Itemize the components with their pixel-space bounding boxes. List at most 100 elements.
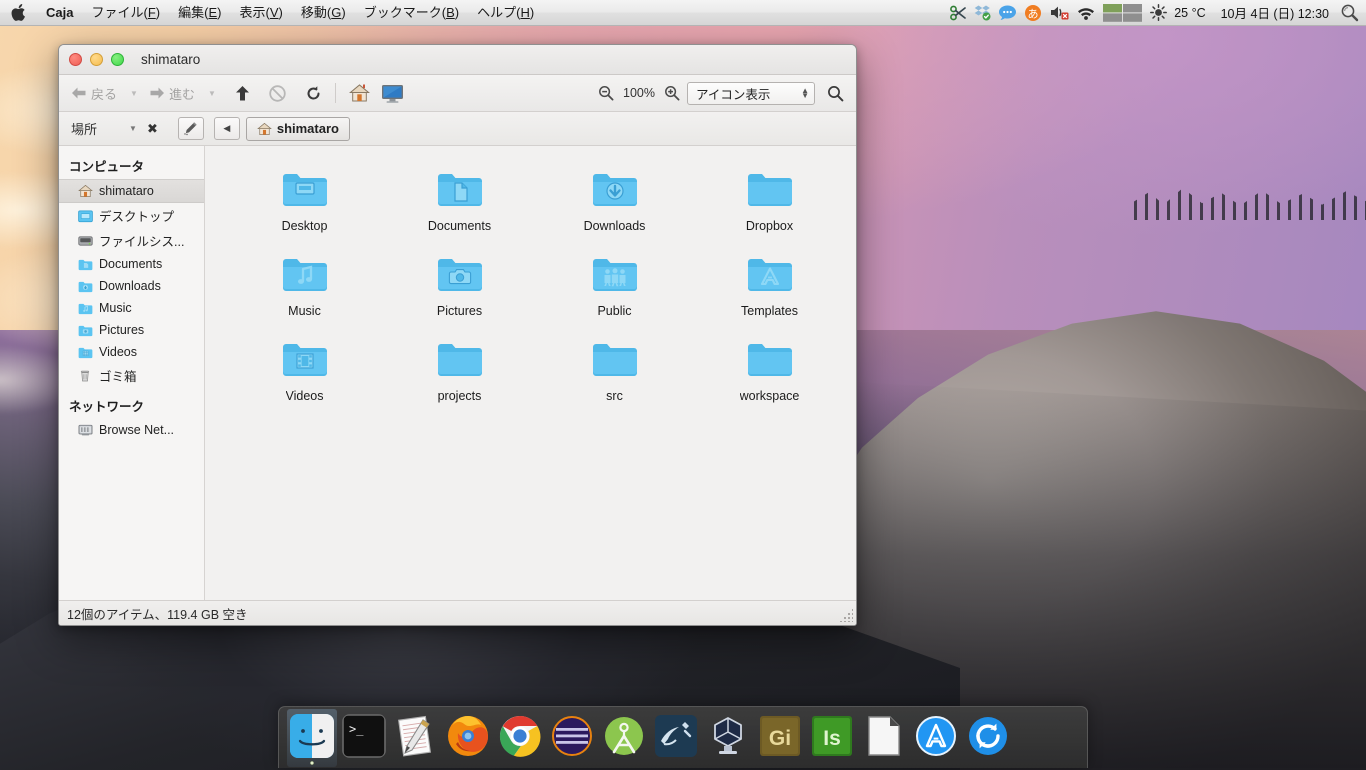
menu-item-help[interactable]: ヘルプ(H) — [468, 0, 543, 26]
file-item-videos[interactable]: Videos — [227, 330, 382, 415]
file-item-src[interactable]: src — [537, 330, 692, 415]
sidebar-item-filesystem[interactable]: ファイルシス... — [59, 228, 204, 253]
back-button[interactable]: 戻る — [67, 82, 121, 105]
home-icon — [257, 122, 272, 136]
dropbox-icon[interactable] — [974, 0, 991, 26]
file-grid-area[interactable]: Desktop Documents — [205, 146, 856, 600]
computer-button[interactable] — [377, 82, 408, 105]
dock-item-android-studio[interactable] — [599, 709, 649, 767]
input-method-icon[interactable]: あ — [1024, 0, 1042, 26]
sidebar-item-downloads[interactable]: Downloads — [59, 275, 204, 297]
sidebar-item-documents[interactable]: Documents — [59, 253, 204, 275]
dock-item-purple-orb[interactable] — [547, 709, 597, 767]
file-item-label: Videos — [286, 389, 324, 403]
view-mode-select[interactable]: アイコン表示 ▲▼ — [687, 82, 815, 105]
search-button[interactable] — [823, 83, 848, 104]
file-item-label: Downloads — [584, 219, 646, 233]
trash-icon — [77, 368, 93, 384]
desktop-folder-icon — [77, 208, 93, 224]
dock-item-is[interactable]: Is — [807, 709, 857, 767]
sidebar-item-pictures[interactable]: Pictures — [59, 319, 204, 341]
view-mode-label: アイコン表示 — [696, 84, 770, 103]
sidebar-item-label: Browse Net... — [99, 423, 174, 437]
forward-label: 進む — [169, 84, 195, 103]
sidebar-item-trash[interactable]: ゴミ箱 — [59, 363, 204, 388]
location-bar: 場所 ▼ ✖ ◀ shimataro — [59, 112, 856, 146]
plain-folder-icon — [591, 339, 639, 381]
workspace-switcher-icon[interactable] — [1103, 0, 1143, 26]
file-item-label: Templates — [741, 304, 798, 318]
sidebar-item-shimataro[interactable]: shimataro — [59, 179, 204, 203]
toolbar-separator — [335, 83, 336, 103]
menu-item-file[interactable]: ファイル(F) — [82, 0, 169, 26]
file-item-music[interactable]: Music — [227, 245, 382, 330]
dock-item-gi[interactable]: Gi — [755, 709, 805, 767]
home-button[interactable] — [345, 81, 374, 105]
minimize-button[interactable] — [90, 53, 103, 66]
file-item-public[interactable]: Public — [537, 245, 692, 330]
documents-folder-icon — [77, 256, 93, 272]
spotlight-search-icon[interactable] — [1340, 0, 1359, 26]
file-item-downloads[interactable]: Downloads — [537, 160, 692, 245]
pictures-folder-icon — [436, 254, 484, 296]
zoom-in-button[interactable] — [660, 83, 684, 103]
up-button[interactable] — [231, 83, 254, 104]
file-item-workspace[interactable]: workspace — [692, 330, 847, 415]
plain-folder-icon — [436, 339, 484, 381]
plain-folder-icon — [746, 339, 794, 381]
dock-item-terminal[interactable]: >_ — [339, 709, 389, 767]
maximize-button[interactable] — [111, 53, 124, 66]
file-manager-window[interactable]: shimataro 戻る ▼ 進む ▼ 100 — [58, 44, 857, 626]
location-selector[interactable]: 場所 ▼ — [67, 119, 137, 138]
menu-app-name[interactable]: Caja — [37, 0, 82, 26]
edit-path-button[interactable] — [178, 117, 204, 140]
weather-icon[interactable] — [1150, 0, 1167, 26]
file-item-projects[interactable]: projects — [382, 330, 537, 415]
dock-item-mysql-workbench[interactable] — [651, 709, 701, 767]
dock-item-update[interactable] — [963, 709, 1013, 767]
stop-button[interactable] — [265, 83, 290, 104]
chat-bubble-icon[interactable] — [998, 0, 1017, 26]
forward-button[interactable]: 進む — [145, 82, 199, 105]
dock-item-chrome[interactable] — [495, 709, 545, 767]
zoom-out-button[interactable] — [594, 83, 618, 103]
close-button[interactable] — [69, 53, 82, 66]
dock-item-appstore[interactable] — [911, 709, 961, 767]
forward-dropdown-button[interactable]: ▼ — [202, 87, 220, 100]
downloads-folder-icon — [77, 278, 93, 294]
breadcrumb-label: shimataro — [277, 121, 339, 136]
menu-item-bookmarks[interactable]: ブックマーク(B) — [355, 0, 468, 26]
apple-logo-icon[interactable] — [0, 4, 37, 21]
file-item-templates[interactable]: Templates — [692, 245, 847, 330]
reload-button[interactable] — [301, 83, 326, 104]
file-item-desktop[interactable]: Desktop — [227, 160, 382, 245]
sidebar-item-label: Pictures — [99, 323, 144, 337]
volume-muted-icon[interactable] — [1049, 0, 1069, 26]
menu-item-go[interactable]: 移動(G) — [292, 0, 355, 26]
resize-grip[interactable] — [839, 608, 853, 622]
wifi-icon[interactable] — [1076, 0, 1096, 26]
breadcrumb[interactable]: shimataro — [246, 117, 350, 141]
clear-location-button[interactable]: ✖ — [143, 121, 162, 137]
desktop-folder-icon — [281, 169, 329, 211]
menu-item-edit[interactable]: 編集(E) — [169, 0, 230, 26]
path-prev-button[interactable]: ◀ — [214, 117, 240, 140]
sidebar-item-browse-network[interactable]: Browse Net... — [59, 419, 204, 441]
sidebar-section-network: ネットワーク — [59, 388, 204, 419]
menu-item-view[interactable]: 表示(V) — [231, 0, 292, 26]
dock-item-virtualbox[interactable] — [703, 709, 753, 767]
back-dropdown-button[interactable]: ▼ — [124, 87, 142, 100]
file-item-documents[interactable]: Documents — [382, 160, 537, 245]
dock-item-finder[interactable] — [287, 709, 337, 767]
scissors-network-icon[interactable] — [949, 0, 967, 26]
sidebar-item-videos[interactable]: Videos — [59, 341, 204, 363]
file-item-dropbox[interactable]: Dropbox — [692, 160, 847, 245]
dock-item-libreoffice[interactable] — [859, 709, 909, 767]
file-item-pictures[interactable]: Pictures — [382, 245, 537, 330]
dock-item-texteditor[interactable] — [391, 709, 441, 767]
sidebar-item-music[interactable]: Music — [59, 297, 204, 319]
dock-item-firefox[interactable] — [443, 709, 493, 767]
window-titlebar[interactable]: shimataro — [59, 45, 856, 75]
sidebar-item-desktop[interactable]: デスクトップ — [59, 203, 204, 228]
status-label: 12個のアイテム、119.4 GB 空き — [67, 604, 248, 623]
